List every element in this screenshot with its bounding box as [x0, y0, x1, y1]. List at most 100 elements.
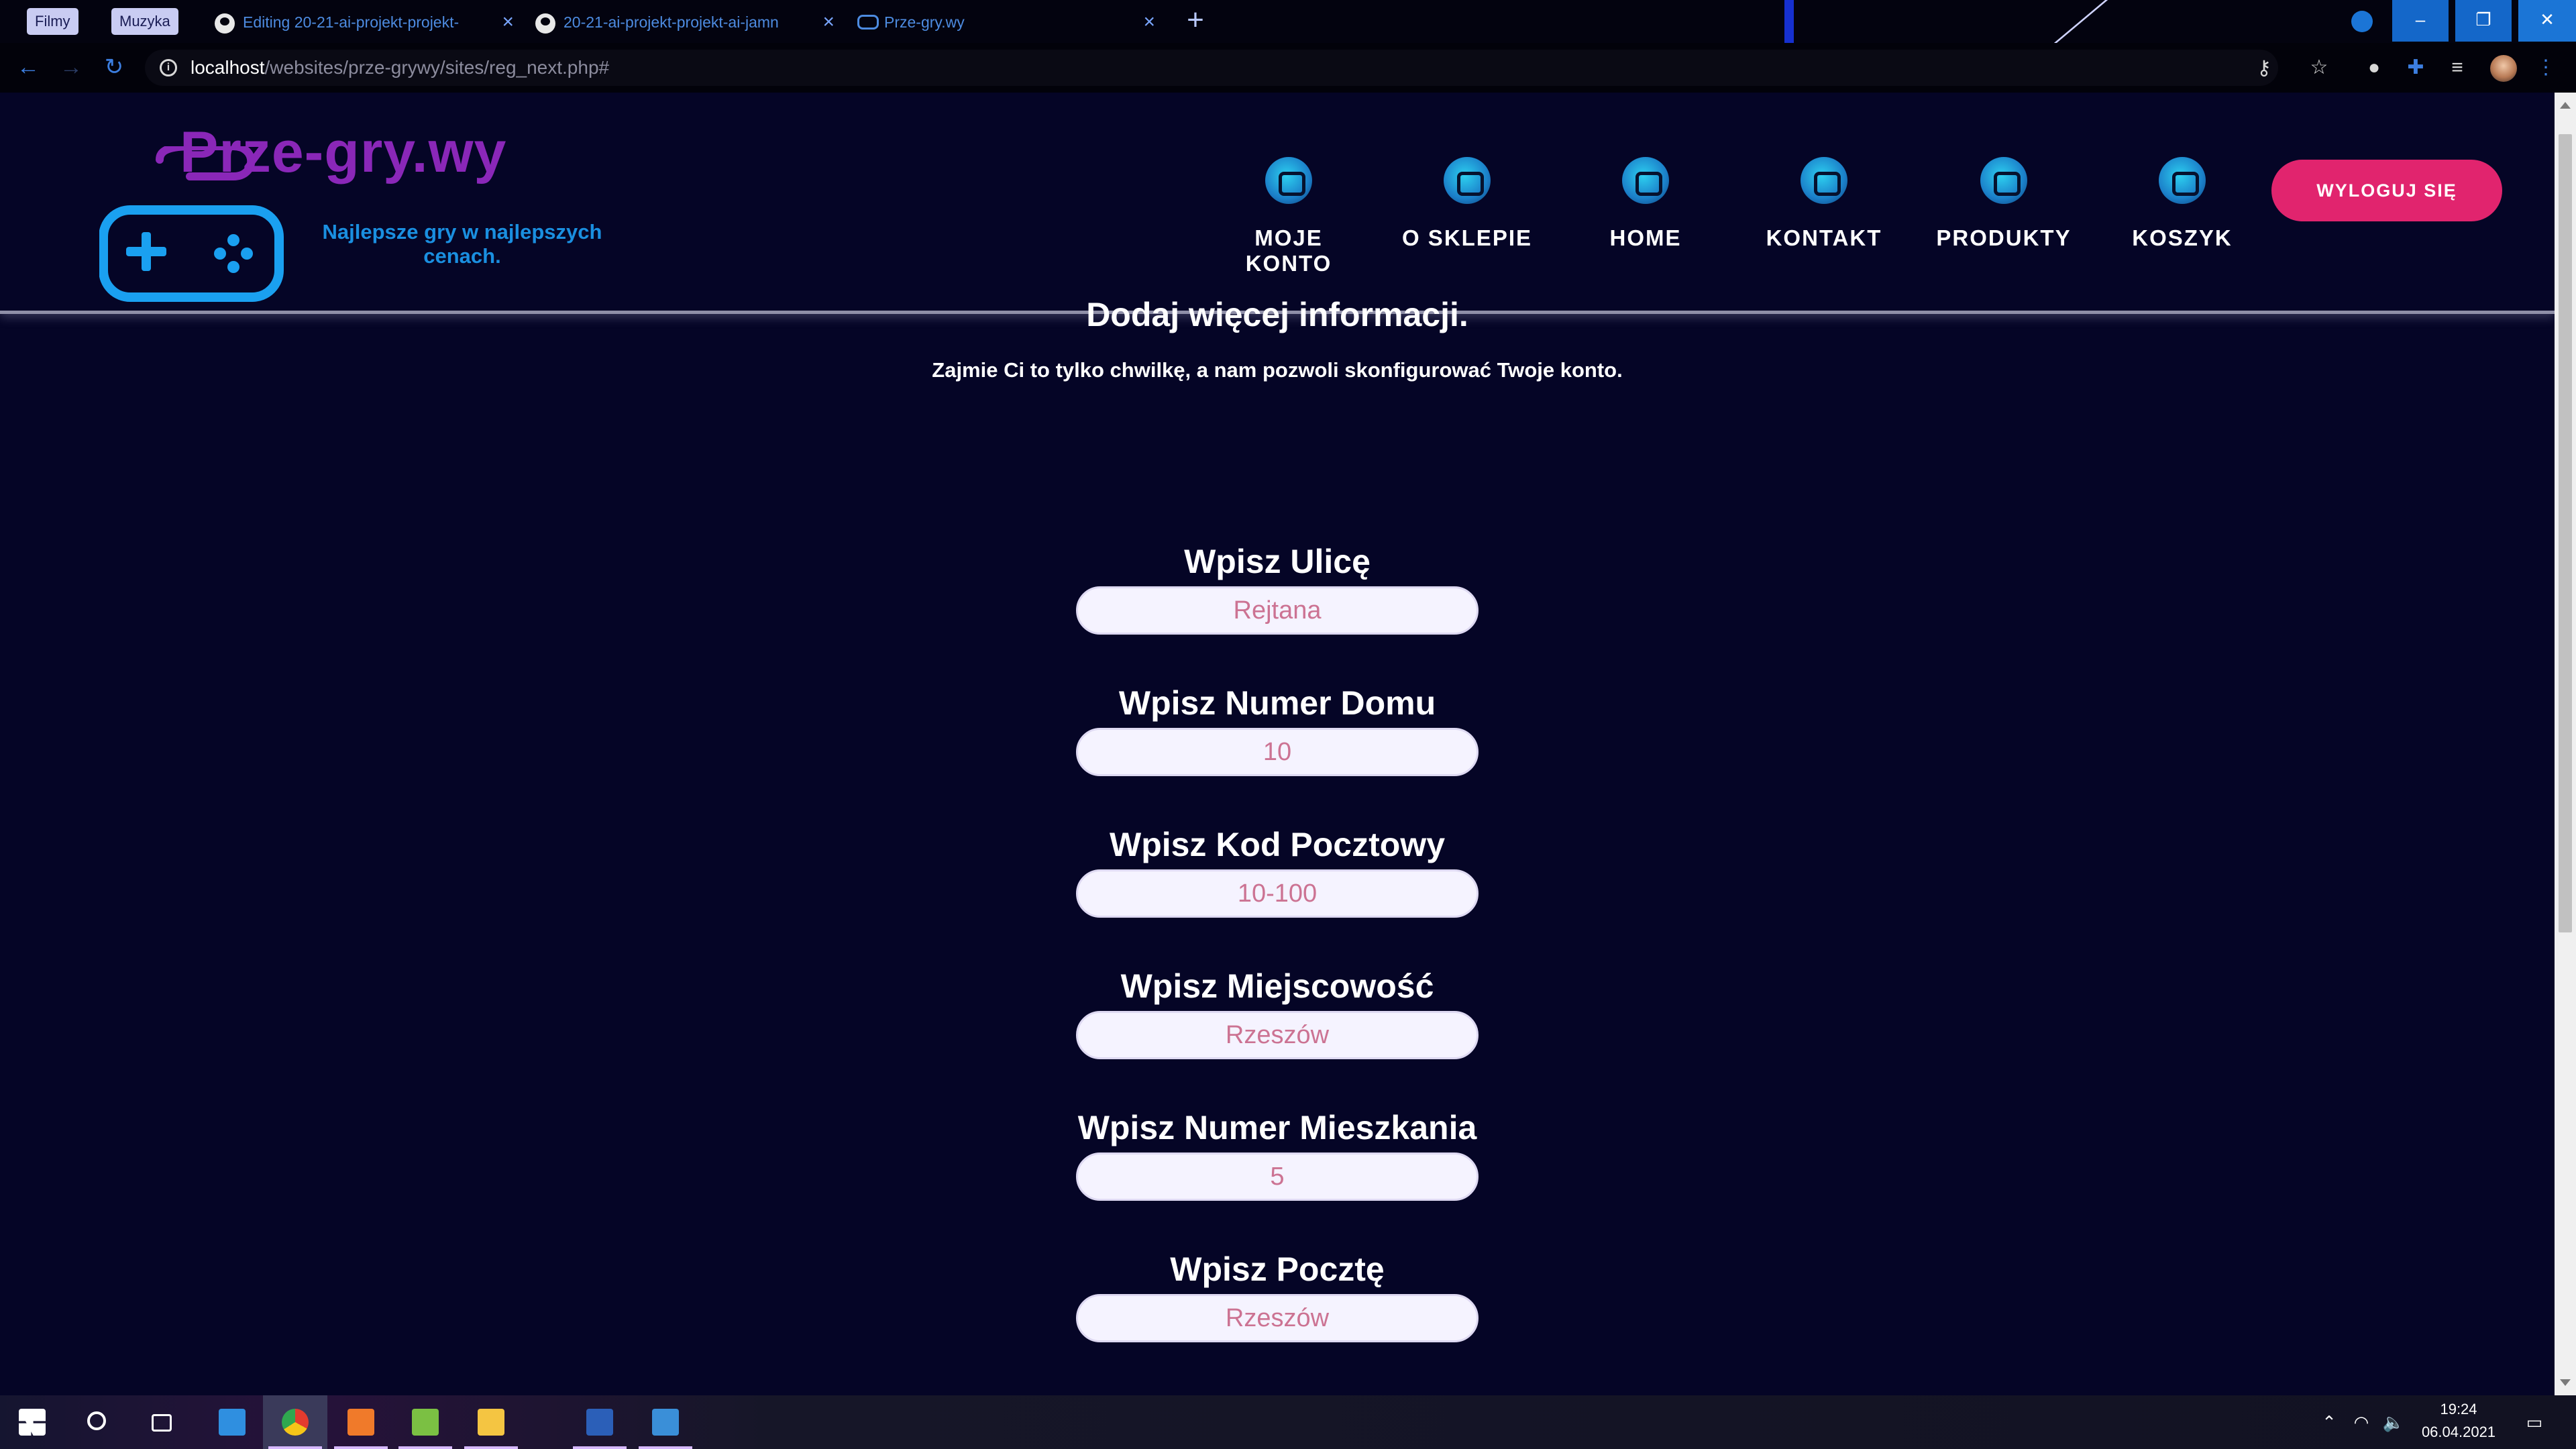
task-view-icon [152, 1414, 172, 1432]
start-button[interactable] [0, 1395, 64, 1449]
gamepad-icon [857, 15, 879, 30]
scroll-down-icon[interactable] [2560, 1379, 2571, 1386]
photos-icon [652, 1409, 679, 1436]
tab-title: 20-21-ai-projekt-projekt-ai-jamn [564, 13, 779, 31]
wallpaper-streak [2053, 0, 2108, 43]
minimize-button[interactable]: – [2392, 0, 2449, 42]
post-office-input[interactable]: Rzeszów [1076, 1294, 1479, 1342]
active-indicator [464, 1446, 518, 1449]
xampp-icon [347, 1409, 374, 1436]
account-icon [1265, 157, 1312, 204]
bookmark-filmy[interactable]: Filmy [27, 8, 78, 35]
taskbar-app-notepad[interactable] [393, 1395, 458, 1449]
field-house-number: Wpisz Numer Domu 10 [1063, 684, 1492, 798]
tab-prze-gry-wy[interactable]: Prze-gry.wy × [849, 5, 1165, 43]
active-indicator [334, 1446, 388, 1449]
tab-github-repo[interactable]: 20-21-ai-projekt-projekt-ai-jamn × [529, 5, 844, 43]
bookmark-muzyka[interactable]: Muzyka [111, 8, 178, 35]
site-logo[interactable]: Prze-gry.wy Najlepsze gry w najlepszych … [99, 119, 609, 321]
nav-moje-konto[interactable]: MOJE KONTO [1212, 93, 1366, 314]
nav-kontakt[interactable]: KONTAKT [1747, 93, 1901, 314]
web-page: Prze-gry.wy Najlepsze gry w najlepszych … [0, 93, 2555, 1395]
media-queue-icon[interactable]: ≡ [2446, 56, 2469, 79]
taskbar-app-chrome[interactable] [263, 1395, 327, 1449]
search-button[interactable] [64, 1395, 129, 1449]
extension-record-icon[interactable]: ● [2363, 56, 2385, 79]
key-icon[interactable]: ⚷ [2257, 56, 2271, 80]
nav-label: O SKLEPIE [1401, 225, 1533, 250]
taskbar-app-xampp[interactable] [329, 1395, 393, 1449]
back-button[interactable]: ← [15, 54, 42, 80]
nav-home[interactable]: HOME [1568, 93, 1723, 314]
close-icon[interactable]: × [822, 5, 835, 39]
field-label: Wpisz Miejscowość [1120, 967, 1434, 1005]
postal-code-input[interactable]: 10-100 [1076, 869, 1479, 918]
info-icon[interactable]: i [160, 59, 177, 76]
nav-koszyk[interactable]: KOSZYK [2105, 93, 2259, 314]
task-view-button[interactable] [129, 1395, 193, 1449]
star-icon[interactable]: ☆ [2308, 56, 2330, 79]
close-icon[interactable]: × [1143, 5, 1155, 39]
forward-button[interactable]: → [58, 54, 85, 80]
logout-button[interactable]: WYLOGUJ SIĘ [2271, 160, 2502, 221]
menu-icon[interactable]: ⋮ [2534, 56, 2557, 79]
address-bar[interactable]: i localhost/websites/prze-grywy/sites/re… [145, 50, 2278, 86]
restore-button[interactable]: ❐ [2455, 0, 2512, 42]
taskbar-app-explorer[interactable] [459, 1395, 523, 1449]
windows-taskbar: ⌃ ◠ 🔈 19:24 06.04.2021 ▭ [0, 1395, 2576, 1449]
field-postal-code: Wpisz Kod Pocztowy 10-100 [1063, 825, 1492, 939]
close-window-button[interactable]: ✕ [2518, 0, 2576, 42]
nav-label: KOSZYK [2132, 225, 2233, 250]
nav-produkty[interactable]: PRODUKTY [1927, 93, 2081, 314]
active-indicator [573, 1446, 627, 1449]
taskbar-app-word[interactable] [568, 1395, 632, 1449]
reload-button[interactable]: ↻ [101, 54, 127, 80]
network-icon[interactable]: ◠ [2348, 1395, 2375, 1449]
active-indicator [398, 1446, 452, 1449]
apartment-number-input[interactable]: 5 [1076, 1152, 1479, 1201]
close-icon[interactable]: × [502, 5, 514, 39]
chevron-up-icon[interactable]: ⌃ [2316, 1395, 2343, 1449]
browser-toolbar: ← → ↻ i localhost/websites/prze-grywy/si… [0, 43, 2576, 93]
scroll-up-icon[interactable] [2560, 102, 2571, 109]
scrollbar-thumb[interactable] [2559, 134, 2572, 932]
field-label: Wpisz Ulicę [1184, 543, 1371, 580]
nav-o-sklepie[interactable]: O SKLEPIE [1390, 93, 1544, 314]
puzzle-icon[interactable]: ✚ [2404, 56, 2427, 79]
notification-icon[interactable]: ▭ [2514, 1395, 2555, 1449]
word-icon [586, 1409, 613, 1436]
page-title: Dodaj więcej informacji. [1086, 296, 1468, 333]
avatar[interactable] [2490, 55, 2517, 82]
field-label: Wpisz Kod Pocztowy [1110, 826, 1445, 863]
taskbar-app-visual-studio[interactable] [200, 1395, 264, 1449]
field-label: Wpisz Numer Domu [1118, 684, 1436, 722]
browser-tab-bar: Filmy Muzyka Editing 20-21-ai-projekt-pr… [0, 0, 2576, 43]
nav-label: MOJE KONTO [1245, 225, 1332, 276]
windows-logo-icon [19, 1409, 46, 1436]
profile-badge-icon[interactable] [2351, 11, 2373, 32]
site-header: Prze-gry.wy Najlepsze gry w najlepszych … [0, 93, 2555, 314]
tab-github-editing[interactable]: Editing 20-21-ai-projekt-projekt- × [208, 5, 523, 43]
phone-icon [1801, 157, 1847, 204]
city-input[interactable]: Rzeszów [1076, 1011, 1479, 1059]
nav-label: KONTAKT [1766, 225, 1882, 250]
street-input[interactable]: Rejtana [1076, 586, 1479, 635]
clock-date[interactable]: 06.04.2021 [2415, 1424, 2502, 1441]
app-icon [219, 1409, 246, 1436]
house-number-input[interactable]: 10 [1076, 728, 1479, 776]
active-indicator [268, 1446, 322, 1449]
clock-time[interactable]: 19:24 [2415, 1401, 2502, 1418]
volume-icon[interactable]: 🔈 [2380, 1395, 2407, 1449]
field-label: Wpisz Numer Mieszkania [1077, 1109, 1477, 1146]
page-scrollbar[interactable] [2555, 93, 2576, 1395]
github-icon [215, 13, 235, 34]
cart-icon [2159, 157, 2206, 204]
github-icon [535, 13, 555, 34]
wallpaper-streak [1784, 0, 1794, 43]
page-subtitle: Zajmie Ci to tylko chwilkę, a nam pozwol… [932, 358, 1623, 382]
taskbar-app-photos[interactable] [633, 1395, 698, 1449]
new-tab-button[interactable]: + [1178, 5, 1213, 39]
field-city: Wpisz Miejscowość Rzeszów [1063, 967, 1492, 1081]
search-icon [87, 1411, 106, 1430]
field-apartment-number: Wpisz Numer Mieszkania 5 [1063, 1108, 1492, 1222]
